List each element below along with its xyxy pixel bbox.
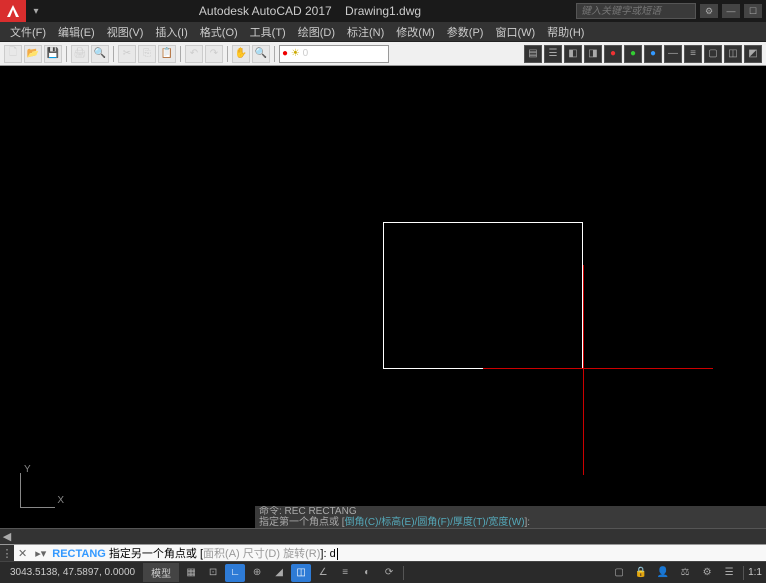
color-red-icon[interactable]: ● — [604, 45, 622, 63]
toolbar-separator — [180, 46, 181, 62]
scroll-left-icon[interactable]: ◀ — [0, 530, 14, 544]
ucs-x-label: X — [57, 495, 64, 506]
snap-mode-icon[interactable]: ⊡ — [203, 564, 223, 582]
menu-insert[interactable]: 插入(I) — [149, 22, 193, 42]
crosshair-horizontal — [483, 368, 713, 369]
menu-modify[interactable]: 修改(M) — [390, 22, 441, 42]
ortho-mode-icon[interactable]: ∟ — [225, 564, 245, 582]
layer-prop-icon[interactable]: ▤ — [524, 45, 542, 63]
grid-mode-icon[interactable]: ▦ — [181, 564, 201, 582]
menu-file[interactable]: 文件(F) — [4, 22, 52, 42]
layer-combo[interactable]: ● ☀ 0 — [279, 45, 389, 63]
layer-state-icon[interactable]: ☰ — [544, 45, 562, 63]
menu-edit[interactable]: 编辑(E) — [52, 22, 101, 42]
modelspace-icon[interactable]: ▢ — [609, 564, 629, 582]
menu-window[interactable]: 窗口(W) — [489, 22, 541, 42]
props-icon[interactable]: ◫ — [724, 45, 742, 63]
open-icon[interactable]: 📂 — [24, 45, 42, 63]
color-blue-icon[interactable]: ● — [644, 45, 662, 63]
command-input-value[interactable]: d — [330, 548, 338, 560]
drawing-canvas[interactable]: Y X 命令: REC RECTANG 指定第一个角点或 [倒角(C)/标高(E… — [0, 66, 766, 528]
infocenter-btn[interactable]: ⚙ — [700, 4, 718, 18]
annovisible-icon[interactable]: 👤 — [653, 564, 673, 582]
status-separator — [403, 566, 404, 580]
toolbar-separator — [227, 46, 228, 62]
workspace-icon[interactable]: ⚙ — [697, 564, 717, 582]
otrack-mode-icon[interactable]: ∠ — [313, 564, 333, 582]
model-tab[interactable]: 模型 — [143, 563, 179, 582]
plot-icon[interactable]: 🖨 — [71, 45, 89, 63]
title-bar: ▾ Autodesk AutoCAD 2017 Drawing1.dwg ⚙ —… — [0, 0, 766, 22]
crosshair-vertical — [583, 265, 584, 475]
pan-icon[interactable]: ✋ — [232, 45, 250, 63]
menu-dimension[interactable]: 标注(N) — [341, 22, 390, 42]
annoscale-icon[interactable]: 🔒 — [631, 564, 651, 582]
opt-area[interactable]: 面积(A) — [203, 548, 240, 560]
opt-rotate[interactable]: 旋转(R) — [283, 548, 320, 560]
linetype-icon[interactable]: — — [664, 45, 682, 63]
menu-bar: 文件(F) 编辑(E) 视图(V) 插入(I) 格式(O) 工具(T) 绘图(D… — [0, 22, 766, 42]
menu-param[interactable]: 参数(P) — [441, 22, 490, 42]
menu-view[interactable]: 视图(V) — [101, 22, 150, 42]
cut-icon[interactable]: ✂ — [118, 45, 136, 63]
new-icon[interactable]: 🗋 — [4, 45, 22, 63]
menu-draw[interactable]: 绘图(D) — [292, 22, 341, 42]
lineweight-toggle-icon[interactable]: ≡ — [335, 564, 355, 582]
custom-icon[interactable]: ☰ — [719, 564, 739, 582]
preview-icon[interactable]: 🔍 — [91, 45, 109, 63]
redo-icon[interactable]: ↷ — [205, 45, 223, 63]
standard-toolbar: 🗋 📂 💾 🖨 🔍 ✂ ⎘ 📋 ↶ ↷ ✋ 🔍 ● ☀ 0 ▤ ☰ ◧ ◨ ● … — [0, 42, 766, 66]
menu-format[interactable]: 格式(O) — [194, 22, 244, 42]
opt-dim[interactable]: 尺寸(D) — [243, 548, 280, 560]
zoom-scale[interactable]: 1:1 — [748, 567, 762, 578]
command-history: 命令: REC RECTANG 指定第一个角点或 [倒角(C)/标高(E)/圆角… — [255, 506, 766, 528]
undo-icon[interactable]: ↶ — [185, 45, 203, 63]
help-search-input[interactable] — [576, 3, 696, 19]
cmdline-grip-icon[interactable]: ⋮ — [0, 545, 14, 561]
status-separator — [743, 566, 744, 580]
menu-help[interactable]: 帮助(H) — [541, 22, 590, 42]
polar-mode-icon[interactable]: ⊕ — [247, 564, 267, 582]
design-icon[interactable]: ◩ — [744, 45, 762, 63]
annoauto-icon[interactable]: ⚖ — [675, 564, 695, 582]
isodraft-icon[interactable]: ◢ — [269, 564, 289, 582]
maximize-button[interactable]: ☐ — [744, 4, 762, 18]
layer-tool-icon[interactable]: ◨ — [584, 45, 602, 63]
paste-icon[interactable]: 📋 — [158, 45, 176, 63]
copy-icon[interactable]: ⎘ — [138, 45, 156, 63]
zoom-icon[interactable]: 🔍 — [252, 45, 270, 63]
status-coordinates[interactable]: 3043.5138, 47.5897, 0.0000 — [4, 567, 141, 578]
save-icon[interactable]: 💾 — [44, 45, 62, 63]
cycling-icon[interactable]: ⟳ — [379, 564, 399, 582]
minimize-button[interactable]: — — [722, 4, 740, 18]
status-bar: 3043.5138, 47.5897, 0.0000 模型 ▦ ⊡ ∟ ⊕ ◢ … — [0, 561, 766, 583]
layer-iso-icon[interactable]: ◧ — [564, 45, 582, 63]
color-green-icon[interactable]: ● — [624, 45, 642, 63]
cmdline-close-icon[interactable]: ✕ — [14, 547, 31, 560]
qat-dropdown[interactable]: ▾ — [28, 3, 44, 19]
layout-tab-strip: ◀ — [0, 528, 766, 544]
window-title: Autodesk AutoCAD 2017 Drawing1.dwg — [44, 4, 576, 18]
block-icon[interactable]: ▢ — [704, 45, 722, 63]
lineweight-icon[interactable]: ≡ — [684, 45, 702, 63]
toolbar-separator — [113, 46, 114, 62]
toolbar-separator — [66, 46, 67, 62]
rectangle-preview — [383, 222, 583, 369]
command-line[interactable]: ⋮ ✕ ▸▾ RECTANG 指定另一个角点或 [面积(A) 尺寸(D) 旋转(… — [0, 544, 766, 561]
menu-tools[interactable]: 工具(T) — [244, 22, 292, 42]
cmdline-prompt-icon: ▸▾ — [31, 547, 50, 560]
osnap-mode-icon[interactable]: ◫ — [291, 564, 311, 582]
app-logo[interactable] — [0, 0, 26, 22]
toolbar-separator — [274, 46, 275, 62]
ucs-icon: Y X — [12, 466, 62, 516]
command-prompt: RECTANG 指定另一个角点或 [面积(A) 尺寸(D) 旋转(R)]: d — [50, 545, 339, 561]
ucs-y-label: Y — [24, 464, 31, 475]
transparency-icon[interactable]: ◐ — [357, 564, 377, 582]
